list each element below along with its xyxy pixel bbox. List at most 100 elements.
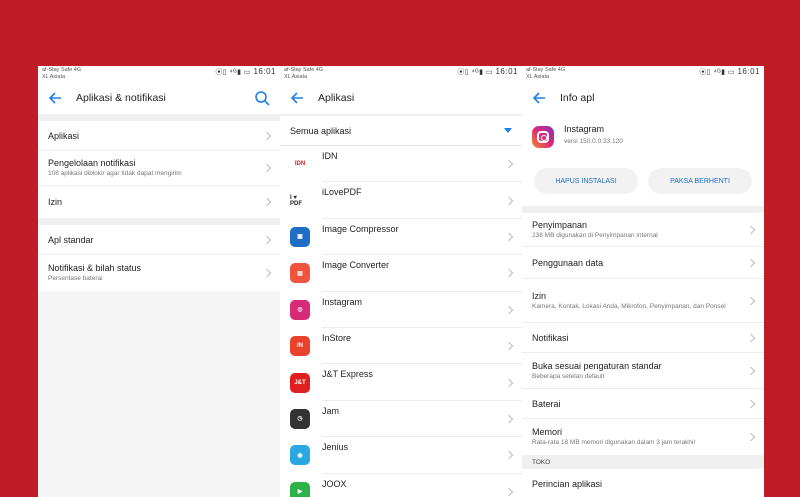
back-arrow-icon[interactable]	[48, 90, 64, 106]
item-label: Memori	[532, 427, 563, 437]
app-list-item[interactable]: J&T J&T Express	[280, 364, 522, 401]
chevron-right-icon	[504, 269, 514, 278]
app-list: IDN IDN I ♥ PDF iLovePDF ▣ Image Compressor ▤ I…	[280, 146, 522, 497]
chevron-right-icon	[746, 296, 756, 305]
item-label: Baterai	[532, 398, 561, 409]
item-subtitle: 238 MB digunakan di Penyimpanan internal	[532, 231, 658, 239]
app-list-item[interactable]: ▶ JOOX	[280, 473, 522, 497]
app-list-item[interactable]: IN InStore	[280, 327, 522, 365]
app-list-item[interactable]: ◷ Jam	[280, 400, 522, 438]
app-icon: ◷	[290, 408, 310, 429]
chevron-right-icon	[746, 225, 756, 234]
menu-item-notification-management[interactable]: Pengelolaan notifikasi 108 aplikasi dibl…	[38, 151, 280, 186]
info-item-battery[interactable]: Baterai	[522, 389, 764, 419]
app-list-item[interactable]: ◎ Instagram	[280, 291, 522, 328]
item-label: Penggunaan data	[532, 257, 604, 268]
item-label: Buka sesuai pengaturan standar	[532, 360, 662, 371]
menu-item-permissions[interactable]: Izin	[38, 186, 280, 218]
app-header: Instagram versi 150.0.0.33.120	[522, 114, 764, 160]
app-icon: I ♥ PDF	[290, 190, 310, 211]
info-item-data-usage[interactable]: Penggunaan data	[522, 247, 764, 279]
app-icon: IN	[290, 336, 310, 357]
info-item-notifications[interactable]: Notifikasi	[522, 323, 764, 353]
info-item-app-details[interactable]: Perincian aplikasi	[522, 469, 764, 497]
app-name: Instagram	[564, 124, 605, 134]
app-name: Image Compressor	[322, 223, 399, 234]
app-name: IDN	[322, 151, 338, 161]
back-arrow-icon[interactable]	[532, 90, 548, 106]
status-bar: af-Stay Safe 4G XL Axiata ⦿▯ ⁴ᴳ▮ ▭ 16:01	[522, 66, 764, 82]
item-label: Notifikasi	[532, 332, 569, 343]
page-title: Aplikasi	[318, 92, 355, 104]
chevron-right-icon	[262, 197, 272, 207]
page-title: Aplikasi & notifikasi	[76, 92, 166, 104]
app-name: Jam	[322, 405, 340, 416]
info-item-permissions[interactable]: Izin Kamera, Kontak, Lokasi Anda, Mikrof…	[522, 279, 764, 323]
chevron-right-icon	[262, 235, 272, 244]
app-list-item[interactable]: I ♥ PDF iLovePDF	[280, 182, 522, 219]
page-title: Info apl	[560, 92, 595, 104]
item-label: Apl standar	[48, 234, 94, 245]
uninstall-button[interactable]: HAPUS INSTALASI	[534, 168, 638, 194]
app-icon: J&T	[290, 372, 310, 393]
carrier-label: af-Stay Safe 4G	[284, 67, 324, 73]
chevron-right-icon	[504, 159, 514, 169]
item-label: Notifikasi & bilah status	[48, 263, 142, 273]
app-name: Image Converter	[322, 260, 390, 271]
screen-app-info: af-Stay Safe 4G XL Axiata ⦿▯ ⁴ᴳ▮ ▭ 16:01 …	[522, 66, 764, 497]
item-label: Izin	[532, 290, 547, 301]
app-icon: ▣	[290, 226, 310, 247]
chevron-right-icon	[262, 163, 272, 173]
menu-item-default-apps[interactable]: Apl standar	[38, 225, 280, 255]
app-name: J&T Express	[322, 369, 373, 380]
app-icon: ◉	[290, 445, 310, 466]
app-bar: Aplikasi & notifikasi	[38, 82, 280, 114]
status-icons: ⦿▯ ⁴ᴳ▮ ▭	[215, 69, 252, 76]
back-arrow-icon[interactable]	[290, 90, 306, 106]
chevron-right-icon	[504, 305, 514, 314]
carrier-label: af-Stay Safe 4G	[526, 67, 566, 73]
item-subtitle: Kamera, Kontak, Lokasi Anda, Mikrofon, P…	[532, 302, 726, 310]
chevron-right-icon	[504, 487, 514, 496]
screen-app-notifications: af-Stay Safe 4G XL Axiata ⦿▯ ⁴ᴳ▮ ▭ 16:01 …	[38, 66, 280, 497]
app-list-item[interactable]: ▤ Image Converter	[280, 255, 522, 292]
app-list-item[interactable]: ◉ Jenius	[280, 437, 522, 474]
app-icon: IDN	[290, 154, 310, 175]
app-list-item[interactable]: ▣ Image Compressor	[280, 218, 522, 256]
menu-item-aplikasi[interactable]: Aplikasi	[38, 121, 280, 151]
carrier-label-2: XL Axiata	[284, 73, 308, 80]
app-bar: Aplikasi	[280, 82, 522, 114]
info-item-open-by-default[interactable]: Buka sesuai pengaturan standar Beberapa …	[522, 353, 764, 389]
app-icon: ▤	[290, 263, 310, 284]
status-icons: ⦿▯ ⁴ᴳ▮ ▭	[699, 69, 736, 76]
dropdown-caret-icon	[504, 128, 512, 133]
item-label: Pengelolaan notifikasi	[48, 158, 136, 168]
status-bar: af-Stay Safe 4G XL Axiata ⦿▯ ⁴ᴳ▮ ▭ 16:01	[280, 66, 522, 82]
chevron-right-icon	[504, 414, 514, 424]
app-filter-dropdown[interactable]: Semua aplikasi	[280, 116, 522, 146]
chevron-right-icon	[746, 366, 756, 375]
clock: 16:01	[253, 67, 276, 76]
chevron-right-icon	[504, 196, 514, 205]
item-label: Izin	[48, 197, 63, 207]
item-subtitle: Persentase baterai	[48, 275, 103, 282]
instagram-icon	[532, 126, 554, 148]
carrier-label-2: XL Axiata	[526, 73, 550, 80]
info-item-memory[interactable]: Memori Rata-rata 18 MB memori digunakan …	[522, 419, 764, 455]
item-subtitle: 108 aplikasi diblokir agar tidak dapat m…	[48, 170, 182, 177]
force-stop-button[interactable]: PAKSA BERHENTI	[648, 168, 752, 194]
chevron-right-icon	[746, 258, 756, 267]
chevron-right-icon	[504, 341, 514, 351]
app-icon: ▶	[290, 481, 310, 497]
menu-item-notifications-status-bar[interactable]: Notifikasi & bilah status Persentase bat…	[38, 255, 280, 291]
clock: 16:01	[495, 67, 518, 76]
section-header-store: TOKO	[522, 455, 764, 469]
search-icon[interactable]	[254, 90, 270, 106]
info-item-storage[interactable]: Penyimpanan 238 MB digunakan di Penyimpa…	[522, 213, 764, 247]
app-name: Instagram	[322, 296, 363, 307]
app-list-item[interactable]: IDN IDN	[280, 146, 522, 183]
chevron-right-icon	[262, 131, 272, 140]
chevron-right-icon	[746, 399, 756, 408]
chevron-right-icon	[262, 268, 272, 278]
app-name: JOOX	[322, 478, 347, 489]
